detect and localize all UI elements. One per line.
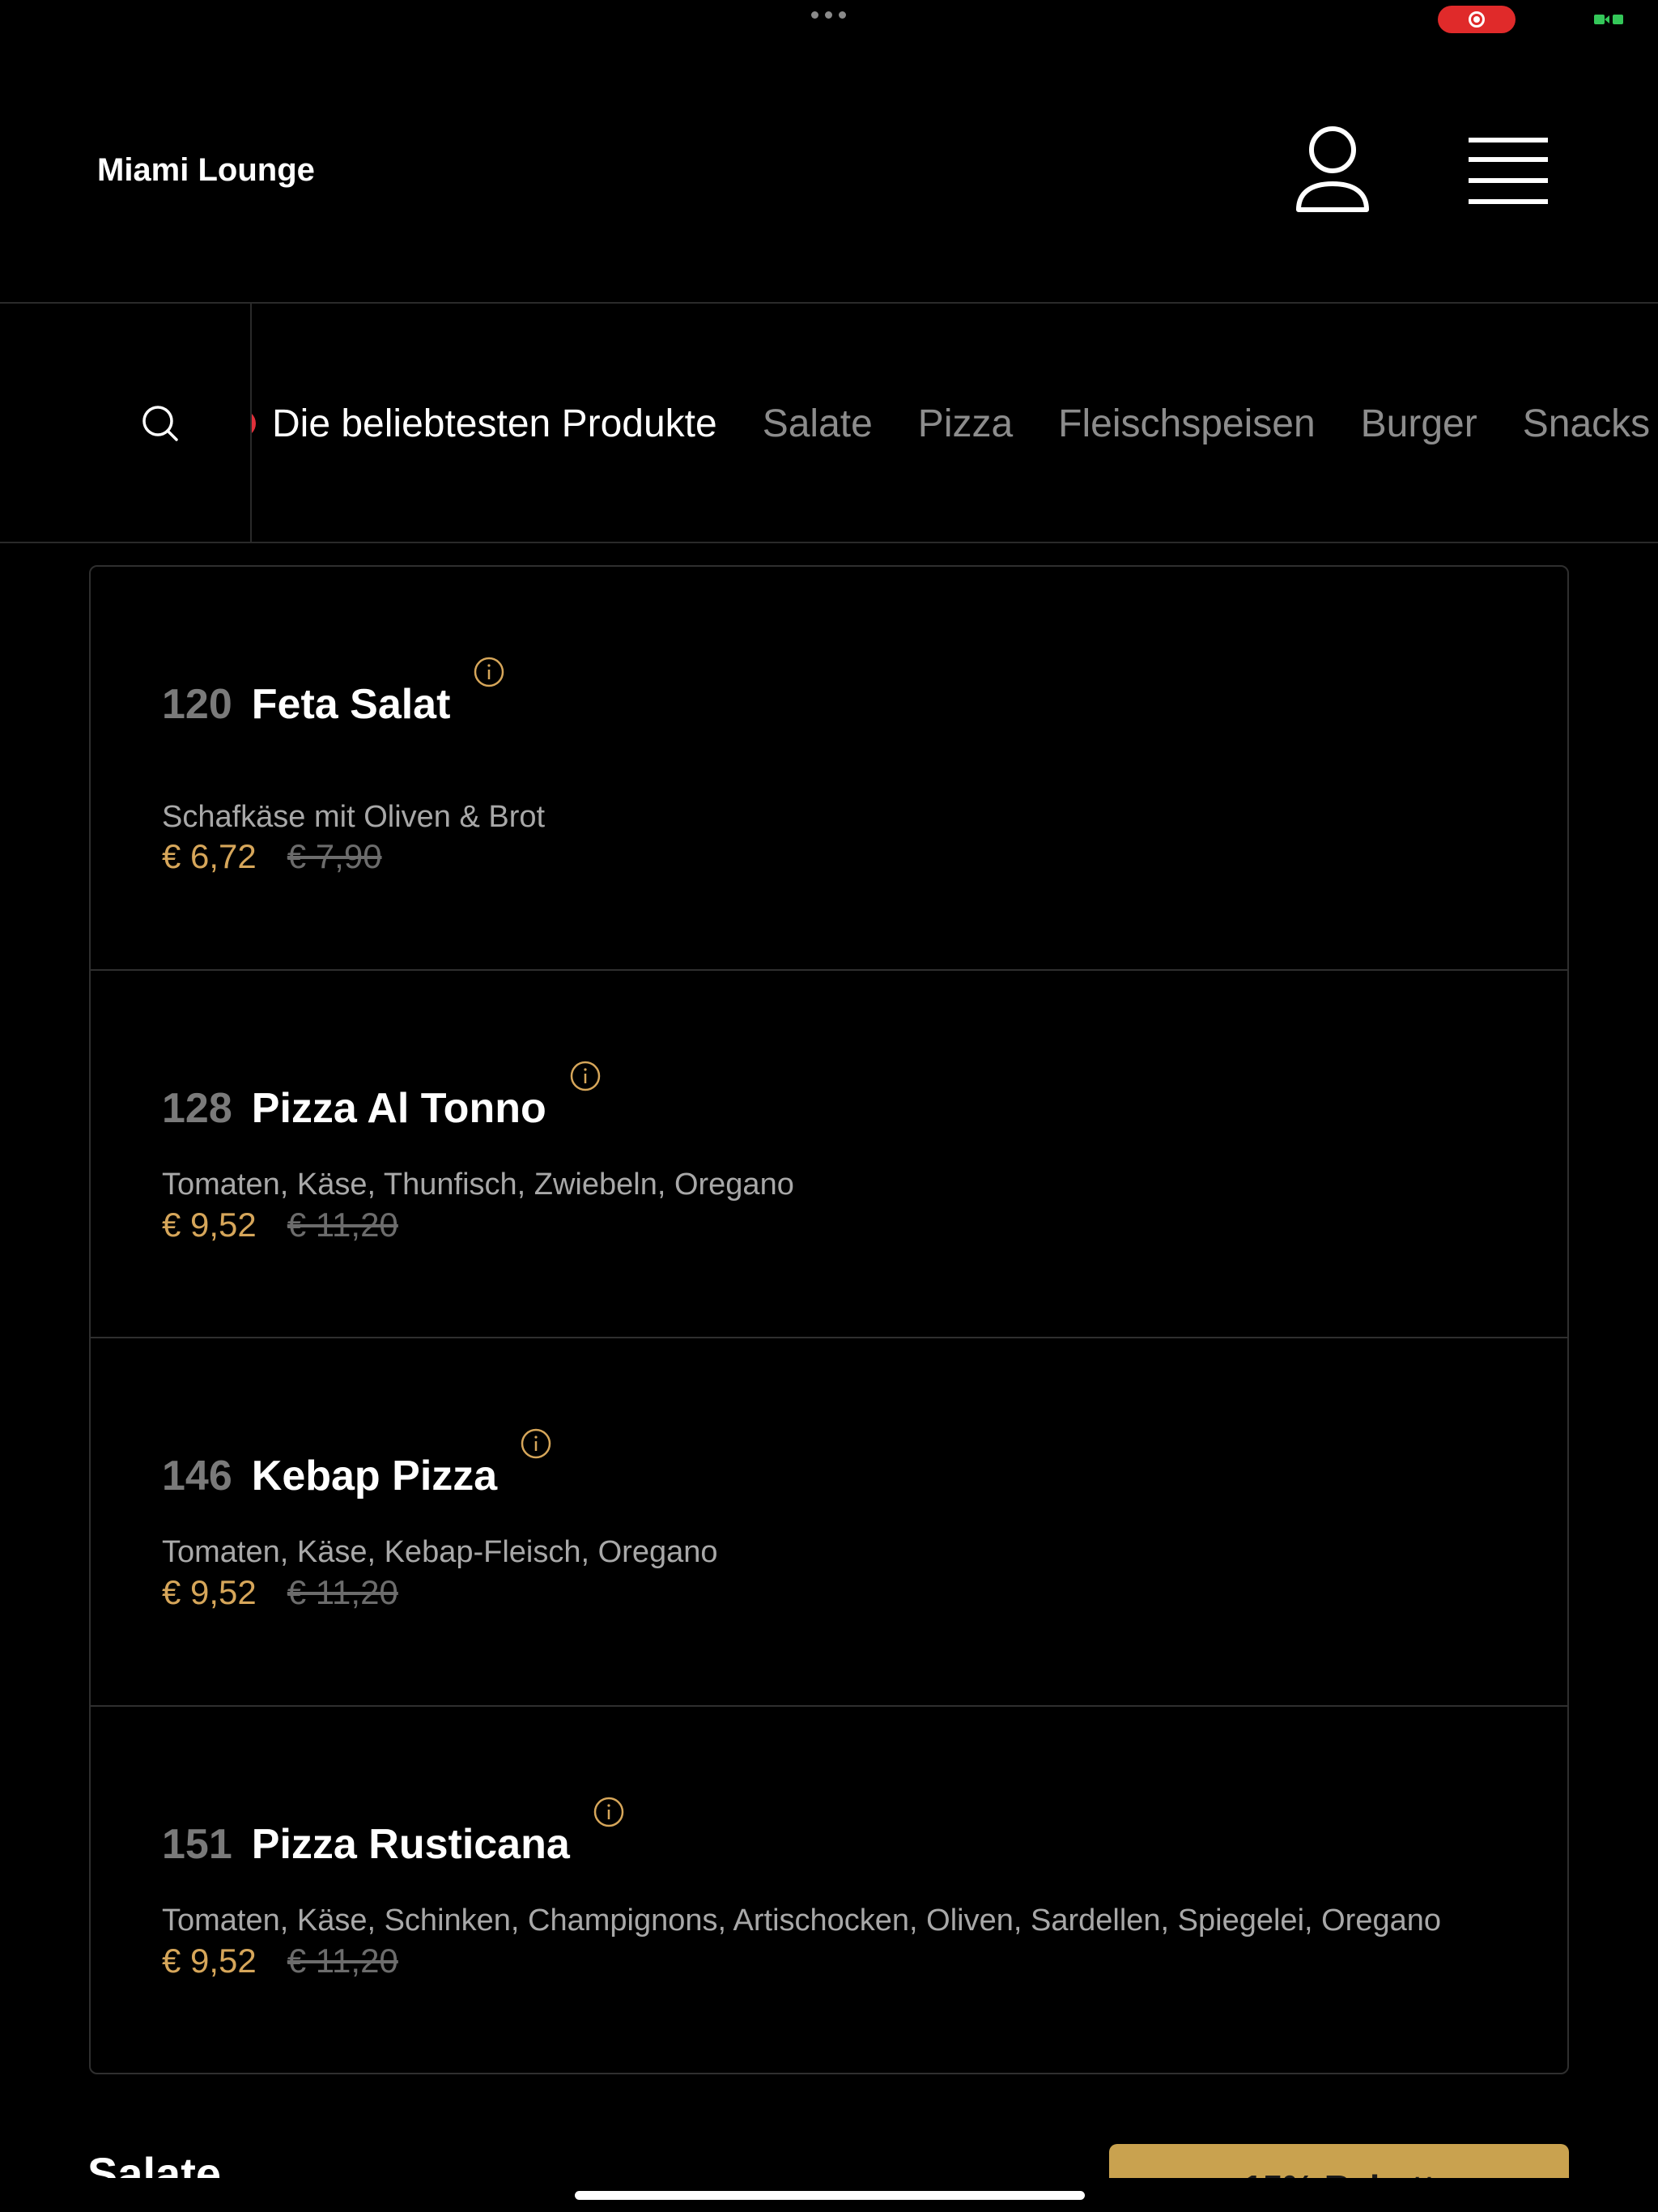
tab-burger[interactable]: Burger (1361, 402, 1477, 446)
info-icon[interactable] (473, 656, 505, 688)
tab-snacks[interactable]: Snacks (1523, 402, 1650, 446)
app-title: Miami Lounge (97, 152, 315, 188)
item-old-price: € 11,20 (287, 1573, 398, 1611)
item-number: 151 (162, 1821, 232, 1868)
home-indicator[interactable] (575, 2191, 1085, 2200)
list-item[interactable]: 151 Pizza Rusticana Tomaten, Käse, Schin… (91, 1707, 1567, 2073)
list-item[interactable]: 120 Feta Salat Schafkäse mit Oliven & Br… (91, 567, 1567, 971)
hamburger-menu-icon (1469, 138, 1548, 204)
category-bar: Die beliebtesten Produkte Salate Pizza F… (0, 304, 1658, 543)
tab-die-beliebtesten-produkte[interactable]: Die beliebtesten Produkte (272, 402, 717, 446)
tab-pizza[interactable]: Pizza (918, 402, 1013, 446)
item-price: € 9,52 (162, 1206, 257, 1244)
item-description: Tomaten, Käse, Schinken, Champignons, Ar… (162, 1904, 1442, 1938)
list-item[interactable]: 128 Pizza Al Tonno Tomaten, Käse, Thunfi… (91, 971, 1567, 1338)
item-name: Kebap Pizza (251, 1453, 498, 1499)
item-old-price: € 11,20 (287, 1942, 398, 1980)
item-name: Pizza Al Tonno (251, 1085, 546, 1132)
item-description: Schafkäse mit Oliven & Brot (162, 800, 546, 834)
item-title: 146 Kebap Pizza (162, 1428, 552, 1500)
item-prices: € 9,52 € 11,20 (162, 1573, 398, 1612)
item-price: € 9,52 (162, 1942, 257, 1980)
item-prices: € 9,52 € 11,20 (162, 1942, 398, 1980)
tab-fleischspeisen[interactable]: Fleischspeisen (1058, 402, 1315, 446)
user-account-button[interactable] (1292, 125, 1373, 216)
search-button[interactable] (0, 304, 252, 542)
header: Miami Lounge (0, 0, 1658, 304)
item-description: Tomaten, Käse, Kebap-Fleisch, Oregano (162, 1535, 718, 1569)
tab-salate[interactable]: Salate (763, 402, 873, 446)
product-list: 120 Feta Salat Schafkäse mit Oliven & Br… (89, 565, 1569, 2074)
item-prices: € 6,72 € 7,90 (162, 837, 382, 876)
item-old-price: € 11,20 (287, 1206, 398, 1244)
item-number: 146 (162, 1453, 232, 1499)
item-title: 151 Pizza Rusticana (162, 1797, 625, 1869)
list-item[interactable]: 146 Kebap Pizza Tomaten, Käse, Kebap-Fle… (91, 1338, 1567, 1707)
page: Miami Lounge Die beliebtesten Produkte S… (0, 0, 1658, 2212)
user-icon (1296, 126, 1369, 212)
search-icon (142, 406, 178, 441)
item-price: € 6,72 (162, 837, 257, 875)
item-price: € 9,52 (162, 1573, 257, 1611)
info-icon[interactable] (520, 1427, 552, 1460)
category-tabs: Die beliebtesten Produkte Salate Pizza F… (241, 304, 1658, 542)
item-old-price: € 7,90 (287, 837, 382, 875)
item-description: Tomaten, Käse, Thunfisch, Zwiebeln, Oreg… (162, 1168, 794, 1202)
menu-button[interactable] (1467, 134, 1550, 207)
item-name: Pizza Rusticana (251, 1821, 570, 1868)
item-number: 128 (162, 1085, 232, 1132)
info-icon[interactable] (569, 1060, 602, 1092)
info-icon[interactable] (593, 1796, 625, 1828)
item-number: 120 (162, 681, 232, 728)
item-name: Feta Salat (251, 681, 451, 728)
item-prices: € 9,52 € 11,20 (162, 1206, 398, 1244)
item-title: 128 Pizza Al Tonno (162, 1061, 602, 1133)
item-title: 120 Feta Salat (162, 657, 505, 729)
